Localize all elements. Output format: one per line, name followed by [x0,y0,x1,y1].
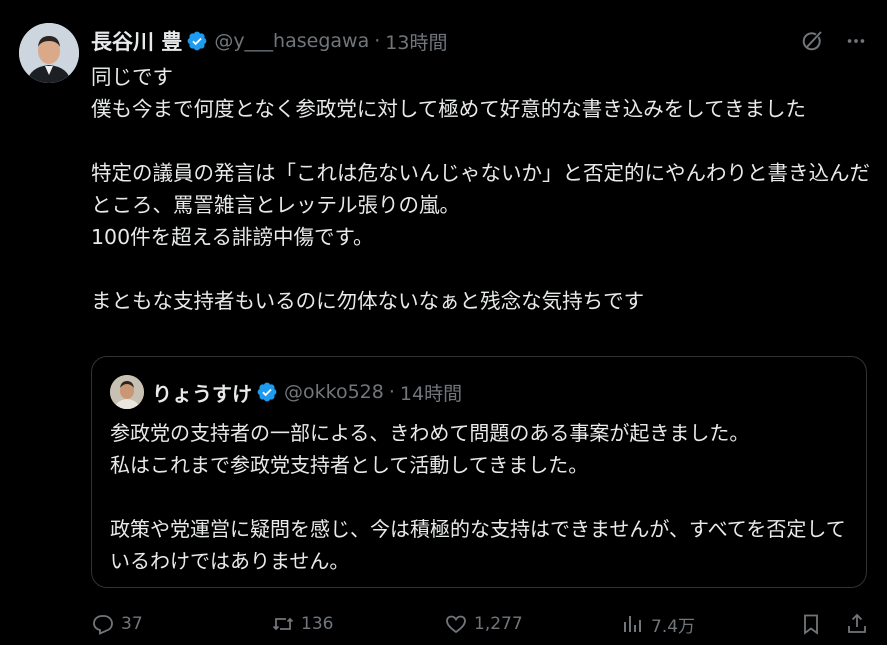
author-avatar[interactable] [19,23,79,83]
quoted-author-avatar [110,375,144,409]
post-time[interactable]: 13時間 [385,28,447,55]
reply-button[interactable]: 37 [91,612,143,636]
separator-dot: · [374,30,381,52]
reply-count: 37 [121,614,143,634]
quoted-post-header: りょうすけ @okko528 · 14時間 [110,375,462,409]
quoted-post[interactable]: りょうすけ @okko528 · 14時間 参政党の支持者の一部による、きわめて… [91,356,867,588]
separator-dot: · [388,381,395,403]
repost-count: 136 [301,614,334,634]
post-top-actions [799,28,869,54]
author-handle[interactable]: @y___hasegawa [214,30,369,52]
like-icon [446,615,466,634]
author-name[interactable]: 長谷川 豊 [91,26,182,56]
bookmark-button[interactable] [799,612,829,636]
quoted-author-name: りょうすけ [152,381,252,406]
quoted-post-time: 14時間 [399,382,463,405]
views-button[interactable]: 7.4万 [621,612,695,637]
post-text: 同じです 僕も今まで何度となく参政党に対して極めて好意的な書き込みをしてきました… [91,65,870,313]
more-icon[interactable] [843,28,869,54]
like-button[interactable]: 1,277 [444,612,523,636]
action-bar: 37 136 1,277 7.4万 [91,608,871,640]
post-header: 長谷川 豊 @y___hasegawa · 13時間 [91,26,447,56]
views-icon [624,616,641,632]
quoted-post-text: 参政党の支持者の一部による、きわめて問題のある事案が起きました。 私はこれまで参… [110,421,846,573]
repost-icon [272,617,294,631]
grok-icon[interactable] [799,28,825,54]
verified-badge-icon [186,30,208,52]
quoted-author-handle: @okko528 [284,381,384,403]
share-icon [848,613,866,633]
bookmark-icon [804,614,818,635]
share-button[interactable] [845,612,875,636]
repost-button[interactable]: 136 [271,612,333,636]
like-count: 1,277 [474,614,523,634]
views-count: 7.4万 [651,616,696,637]
verified-badge-icon [256,381,278,403]
reply-icon [93,615,113,635]
